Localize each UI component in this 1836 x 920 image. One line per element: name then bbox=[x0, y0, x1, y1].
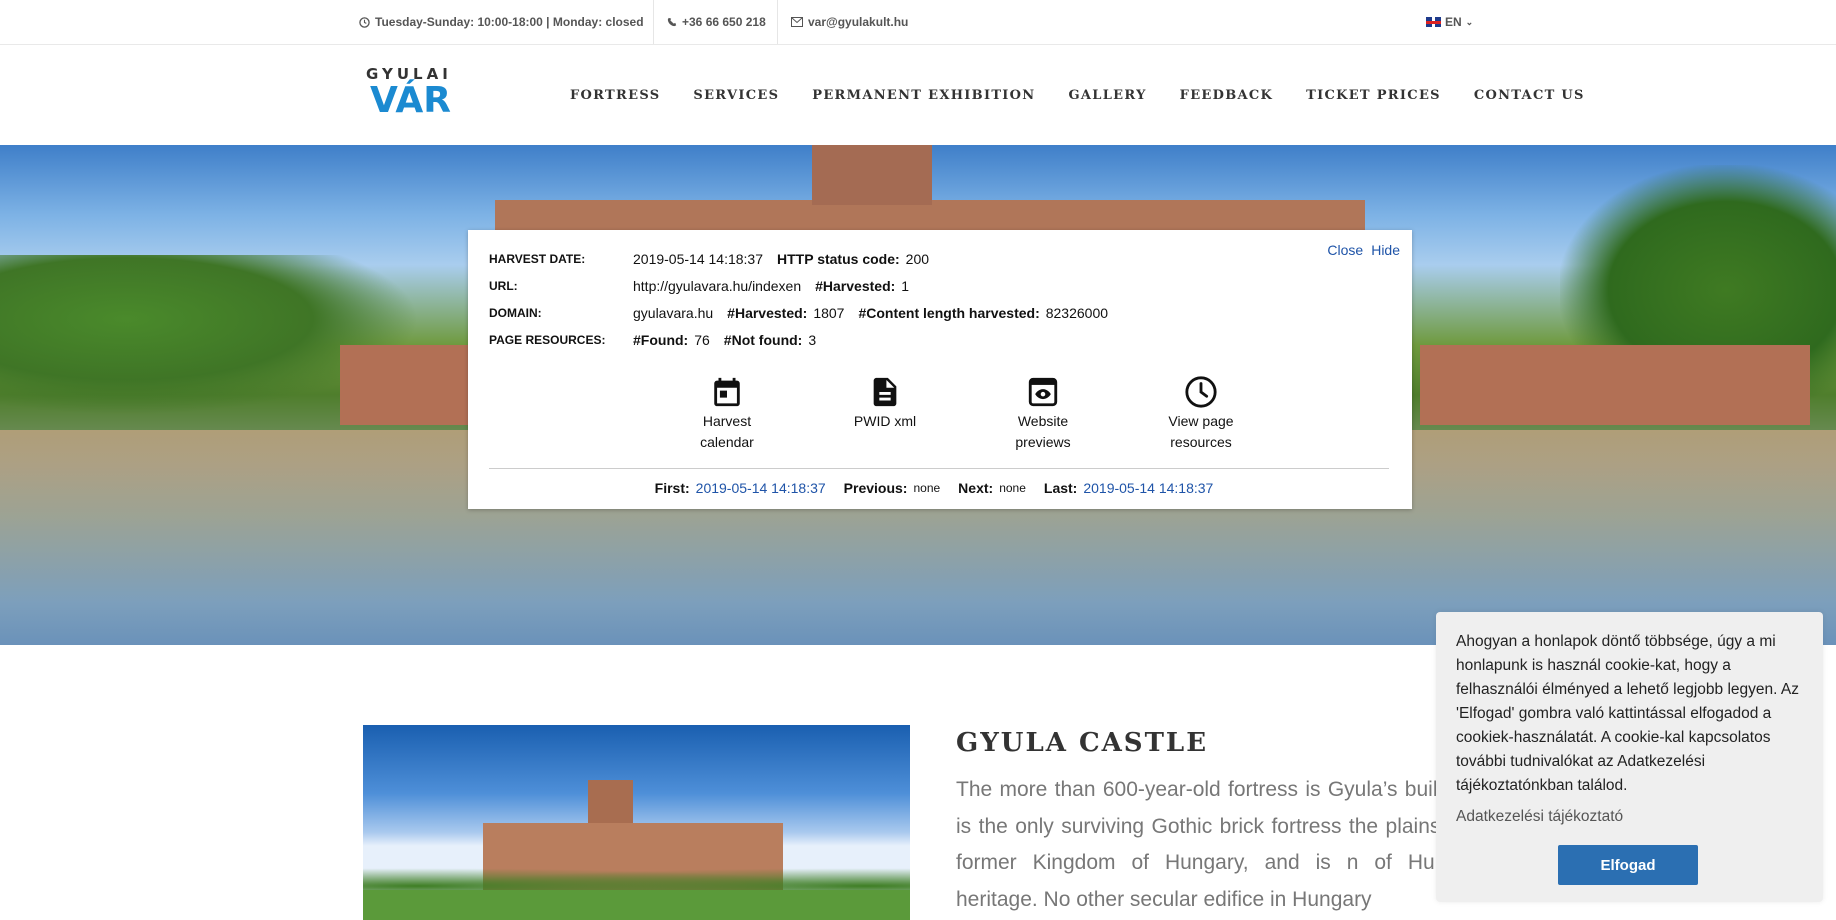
previous-label: Previous: bbox=[843, 480, 908, 496]
opening-hours: Tuesday-Sunday: 10:00-18:00 | Monday: cl… bbox=[359, 0, 644, 44]
domain-harvested-label: #Harvested: bbox=[727, 305, 808, 321]
castle-photo bbox=[363, 725, 910, 920]
first-capture-link[interactable]: 2019-05-14 14:18:37 bbox=[696, 480, 826, 496]
url-value: http://gyulavara.hu/indexen bbox=[633, 278, 802, 294]
first-label: First: bbox=[654, 480, 690, 496]
page-resources-row: PAGE RESOURCES: #Found: 76 #Not found: 3 bbox=[489, 330, 830, 350]
email-link[interactable]: var@gyulakult.hu bbox=[791, 0, 908, 44]
main-nav: FORTRESS SERVICES PERMANENT EXHIBITION G… bbox=[570, 45, 1585, 145]
panel-actions: Harvest calendar PWID xml Website previe… bbox=[648, 375, 1280, 453]
nav-permanent-exhibition[interactable]: PERMANENT EXHIBITION bbox=[812, 88, 1035, 103]
phone-link[interactable]: +36 66 650 218 bbox=[667, 0, 766, 44]
document-icon bbox=[873, 377, 897, 407]
view-page-resources-button[interactable]: View page resources bbox=[1122, 375, 1280, 453]
top-info-bar: Tuesday-Sunday: 10:00-18:00 | Monday: cl… bbox=[0, 0, 1836, 45]
next-value: none bbox=[999, 481, 1026, 495]
chevron-down-icon: ⌄ bbox=[1465, 16, 1474, 27]
site-logo[interactable]: GYULAI VÁR bbox=[366, 65, 462, 127]
content-length-label: #Content length harvested: bbox=[858, 305, 1040, 321]
envelope-icon bbox=[791, 17, 803, 27]
castle-photo-grass bbox=[363, 890, 910, 920]
domain-harvested-value: 1807 bbox=[813, 305, 845, 321]
next-label: Next: bbox=[958, 480, 994, 496]
opening-hours-text: Tuesday-Sunday: 10:00-18:00 | Monday: cl… bbox=[375, 15, 644, 29]
hero-castle-tower bbox=[812, 145, 932, 205]
found-value: 76 bbox=[694, 332, 710, 348]
close-link[interactable]: Close bbox=[1327, 242, 1363, 258]
email-text: var@gyulakult.hu bbox=[808, 15, 909, 29]
uk-flag-icon bbox=[1426, 17, 1441, 27]
section-title: GYULA CASTLE bbox=[956, 728, 1209, 758]
harvest-date-value: 2019-05-14 14:18:37 bbox=[633, 251, 763, 267]
previous-value: none bbox=[913, 481, 941, 495]
url-harvested-label: #Harvested: bbox=[815, 278, 896, 294]
harvest-date-row: HARVEST DATE: 2019-05-14 14:18:37 HTTP s… bbox=[489, 249, 943, 269]
eye-icon bbox=[1028, 377, 1058, 407]
page-resources-label: PAGE RESOURCES: bbox=[489, 333, 606, 347]
site-header: GYULAI VÁR FORTRESS SERVICES PERMANENT E… bbox=[0, 45, 1836, 145]
domain-row: DOMAIN: gyulavara.hu #Harvested: 1807 #C… bbox=[489, 303, 1122, 323]
privacy-policy-link[interactable]: Adatkezelési tájékoztató bbox=[1456, 808, 1803, 826]
divider bbox=[653, 0, 654, 44]
phone-icon bbox=[667, 17, 677, 27]
accept-cookies-button[interactable]: Elfogad bbox=[1558, 845, 1698, 885]
website-previews-button[interactable]: Website previews bbox=[964, 375, 1122, 453]
hide-link[interactable]: Hide bbox=[1371, 242, 1400, 258]
view-page-resources-label: View page resources bbox=[1168, 413, 1234, 450]
section-text: The more than 600-year-old fortress is G… bbox=[956, 778, 1502, 911]
harvest-calendar-button[interactable]: Harvest calendar bbox=[648, 375, 806, 453]
url-harvested-value: 1 bbox=[901, 278, 910, 294]
harvest-date-label: HARVEST DATE: bbox=[489, 252, 586, 266]
language-selector[interactable]: EN ⌄ bbox=[1426, 0, 1473, 44]
not-found-value: 3 bbox=[808, 332, 817, 348]
domain-value: gyulavara.hu bbox=[633, 305, 714, 321]
divider bbox=[777, 0, 778, 44]
content-length-value: 82326000 bbox=[1045, 305, 1109, 321]
url-row: URL: http://gyulavara.hu/indexen #Harves… bbox=[489, 276, 923, 296]
cookie-banner: Ahogyan a honlapok döntő többsége, úgy a… bbox=[1436, 612, 1823, 902]
found-label: #Found: bbox=[633, 332, 689, 348]
last-capture-link[interactable]: 2019-05-14 14:18:37 bbox=[1083, 480, 1213, 496]
nav-services[interactable]: SERVICES bbox=[693, 88, 779, 103]
nav-ticket-prices[interactable]: TICKET PRICES bbox=[1306, 88, 1441, 103]
panel-divider bbox=[489, 468, 1389, 469]
pwid-xml-button[interactable]: PWID xml bbox=[806, 375, 964, 453]
domain-label: DOMAIN: bbox=[489, 306, 542, 320]
hero-fortification-right bbox=[1420, 345, 1810, 425]
panel-controls: Close Hide bbox=[1327, 242, 1400, 258]
calendar-icon bbox=[714, 377, 740, 407]
nav-gallery[interactable]: GALLERY bbox=[1069, 88, 1147, 103]
clock-icon bbox=[1185, 376, 1217, 408]
last-label: Last: bbox=[1043, 480, 1078, 496]
clock-small-icon bbox=[359, 16, 370, 28]
capture-navigation: First: 2019-05-14 14:18:37 Previous: non… bbox=[468, 480, 1412, 496]
http-status-label: HTTP status code: bbox=[777, 251, 900, 267]
language-label: EN bbox=[1445, 15, 1462, 29]
logo-bottom-text: VÁR bbox=[370, 80, 451, 121]
archive-info-panel: Close Hide HARVEST DATE: 2019-05-14 14:1… bbox=[468, 230, 1412, 509]
phone-text: +36 66 650 218 bbox=[682, 15, 766, 29]
nav-fortress[interactable]: FORTRESS bbox=[570, 88, 660, 103]
not-found-label: #Not found: bbox=[723, 332, 803, 348]
nav-feedback[interactable]: FEEDBACK bbox=[1180, 88, 1273, 103]
harvest-calendar-label: Harvest calendar bbox=[700, 413, 754, 450]
http-status-value: 200 bbox=[905, 251, 930, 267]
website-previews-label: Website previews bbox=[1015, 413, 1071, 450]
url-label: URL: bbox=[489, 279, 518, 293]
nav-contact-us[interactable]: CONTACT US bbox=[1474, 88, 1585, 103]
cookie-message: Ahogyan a honlapok döntő többsége, úgy a… bbox=[1456, 633, 1799, 794]
pwid-xml-label: PWID xml bbox=[853, 413, 917, 429]
